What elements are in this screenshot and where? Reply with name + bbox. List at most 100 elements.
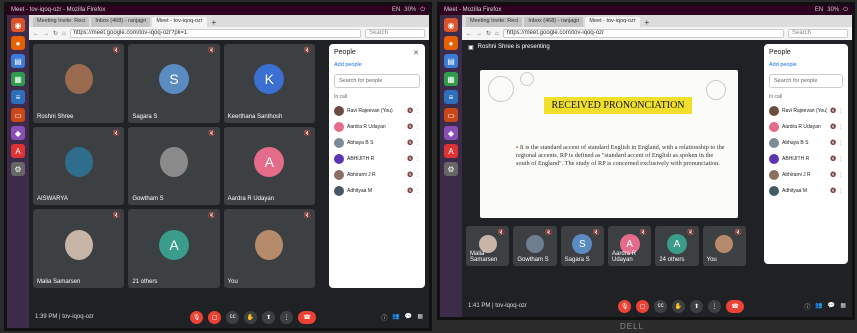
end-call-icon[interactable]: ☎ <box>726 299 745 313</box>
list-item[interactable]: Adhityaa M 🔇 ⋮ <box>334 183 420 199</box>
participant-tile[interactable]: 🔇 Malia Samarsen <box>466 226 510 266</box>
settings-icon[interactable]: ⚙ <box>11 162 25 176</box>
list-item[interactable]: Abhirami J R 🔇 ⋮ <box>769 167 843 183</box>
row-actions-icon[interactable]: 🔇 ⋮ <box>830 124 843 130</box>
close-icon[interactable]: ✕ <box>413 49 419 57</box>
people-search-input[interactable]: Search for people <box>334 74 420 88</box>
impress-icon[interactable]: ▭ <box>444 108 458 122</box>
row-actions-icon[interactable]: 🔇 ⋮ <box>830 156 843 162</box>
keyboard-layout[interactable]: EN <box>392 7 400 14</box>
participant-tile[interactable]: 🔇 Gowtham S <box>513 226 557 266</box>
writer-icon[interactable]: ≡ <box>444 90 458 104</box>
participant-tile[interactable]: A 🔇 Aardra R Udayan <box>223 126 315 206</box>
participant-tile[interactable]: K 🔇 Keerthana Santhosh <box>223 44 315 123</box>
list-item[interactable]: Ravi Rajeevan (You) 🔇 ⋮ <box>769 103 843 119</box>
system-tray[interactable]: EN 30% ⏻ <box>392 7 425 14</box>
row-actions-icon[interactable]: 🔇 ⋮ <box>830 172 843 178</box>
ubuntu-dash-icon[interactable]: ◉ <box>444 18 458 32</box>
firefox-icon[interactable]: ● <box>11 36 25 50</box>
tab-meet[interactable]: Meet - tov-iqoq-ozr <box>585 17 640 27</box>
url-field[interactable]: https://meet.google.com/tov-iqoq-ozr?pli… <box>69 29 361 38</box>
reload-icon[interactable]: ↻ <box>53 30 58 37</box>
list-item[interactable]: Abhaya B S 🔇 ⋮ <box>769 135 843 151</box>
list-item[interactable]: ABHIJITH R 🔇 ⋮ <box>334 151 420 167</box>
power-icon[interactable]: ⏻ <box>420 7 425 14</box>
reload-icon[interactable]: ↻ <box>486 30 491 37</box>
participant-tile[interactable]: 🔇 Roshni Shree <box>33 44 125 123</box>
row-actions-icon[interactable]: 🔇 ⋮ <box>407 172 420 178</box>
list-item[interactable]: Aardra R Udayan 🔇 ⋮ <box>334 119 420 135</box>
more-options-icon[interactable]: ⋮ <box>708 299 722 313</box>
home-icon[interactable]: ⌂ <box>495 31 499 37</box>
people-search-input[interactable]: Search for people <box>769 74 843 88</box>
mic-off-icon[interactable]: 🎙 <box>618 299 632 313</box>
people-icon[interactable]: 👥 <box>392 313 399 322</box>
system-tray[interactable]: EN 30% ⏻ <box>815 7 848 14</box>
raise-hand-icon[interactable]: ✋ <box>672 299 686 313</box>
present-icon[interactable]: ⬆ <box>262 310 276 324</box>
spreadsheet-icon[interactable]: ▦ <box>11 72 25 86</box>
chat-icon[interactable]: 💬 <box>828 302 835 311</box>
info-icon[interactable]: ⓘ <box>381 313 387 322</box>
tab-meeting-invite[interactable]: Meeting Invite: Reci <box>33 17 90 27</box>
settings-icon[interactable]: ⚙ <box>444 162 458 176</box>
camera-off-icon[interactable]: ▢ <box>208 310 222 324</box>
end-call-icon[interactable]: ☎ <box>298 310 317 324</box>
battery-indicator[interactable]: 30% <box>404 7 416 14</box>
impress-icon[interactable]: ▭ <box>11 108 25 122</box>
back-icon[interactable]: ← <box>33 31 39 37</box>
chat-icon[interactable]: 💬 <box>405 313 412 322</box>
row-actions-icon[interactable]: 🔇 ⋮ <box>830 108 843 114</box>
forward-icon[interactable]: → <box>476 31 482 37</box>
battery-indicator[interactable]: 30% <box>827 7 839 14</box>
search-field[interactable]: Search <box>788 29 848 38</box>
tab-inbox[interactable]: Inbox (468) - ranjagn <box>524 17 584 27</box>
captions-icon[interactable]: cc <box>654 299 668 313</box>
spreadsheet-icon[interactable]: ▦ <box>444 72 458 86</box>
writer-icon[interactable]: ≡ <box>11 90 25 104</box>
present-icon[interactable]: ⬆ <box>690 299 704 313</box>
tab-meeting-invite[interactable]: Meeting Invite: Reci <box>466 17 523 27</box>
more-options-icon[interactable]: ⋮ <box>280 310 294 324</box>
back-icon[interactable]: ← <box>466 31 472 37</box>
participant-tile[interactable]: A 🔇 Aardra R Udayan <box>607 226 652 266</box>
row-actions-icon[interactable]: 🔇 ⋮ <box>830 140 843 146</box>
list-item[interactable]: Ravi Rajeevan (You) 🔇 ⋮ <box>334 103 420 119</box>
list-item[interactable]: Adhityaa M 🔇 ⋮ <box>769 183 843 199</box>
participant-tile[interactable]: S 🔇 Sagara S <box>560 226 604 266</box>
list-item[interactable]: Abhirami J R 🔇 ⋮ <box>334 167 420 183</box>
tab-inbox[interactable]: Inbox (468) - ranjagn <box>91 17 151 27</box>
list-item[interactable]: Abhaya B S 🔇 ⋮ <box>334 135 420 151</box>
tab-meet[interactable]: Meet - tov-iqoq-ozr <box>152 17 207 27</box>
participant-tile[interactable]: 🔇 Gowtham S <box>128 126 220 206</box>
add-people-button[interactable]: Add people <box>334 62 420 68</box>
firefox-icon[interactable]: ● <box>444 36 458 50</box>
power-icon[interactable]: ⏻ <box>843 7 848 14</box>
files-icon[interactable]: ▤ <box>11 54 25 68</box>
add-people-button[interactable]: Add people <box>769 62 843 68</box>
keyboard-layout[interactable]: EN <box>815 7 823 14</box>
list-item[interactable]: ABHIJITH R 🔇 ⋮ <box>769 151 843 167</box>
participant-tile[interactable]: A 🔇 24 others <box>655 226 699 266</box>
participant-tile[interactable]: A 🔇 21 others <box>128 209 220 288</box>
participant-tile[interactable]: 🔇 Malia Samarsen <box>33 209 125 288</box>
list-item[interactable]: Aardra R Udayan 🔇 ⋮ <box>769 119 843 135</box>
captions-icon[interactable]: cc <box>226 310 240 324</box>
row-actions-icon[interactable]: 🔇 ⋮ <box>407 124 420 130</box>
camera-off-icon[interactable]: ▢ <box>636 299 650 313</box>
new-tab-button[interactable]: + <box>642 18 653 27</box>
participant-tile[interactable]: 🔇 AISWARYA <box>33 126 125 206</box>
row-actions-icon[interactable]: 🔇 ⋮ <box>407 108 420 114</box>
participant-tile[interactable]: 🔇 You <box>223 209 315 288</box>
row-actions-icon[interactable]: 🔇 ⋮ <box>407 140 420 146</box>
home-icon[interactable]: ⌂ <box>62 31 66 37</box>
software-center-icon[interactable]: ◆ <box>11 126 25 140</box>
participant-tile[interactable]: S 🔇 Sagara S <box>128 44 220 123</box>
forward-icon[interactable]: → <box>43 31 49 37</box>
ubuntu-dash-icon[interactable]: ◉ <box>11 18 25 32</box>
software-center-icon[interactable]: ◆ <box>444 126 458 140</box>
raise-hand-icon[interactable]: ✋ <box>244 310 258 324</box>
activities-icon[interactable]: ▦ <box>840 302 846 311</box>
search-field[interactable]: Search <box>365 29 425 38</box>
row-actions-icon[interactable]: 🔇 ⋮ <box>830 188 843 194</box>
